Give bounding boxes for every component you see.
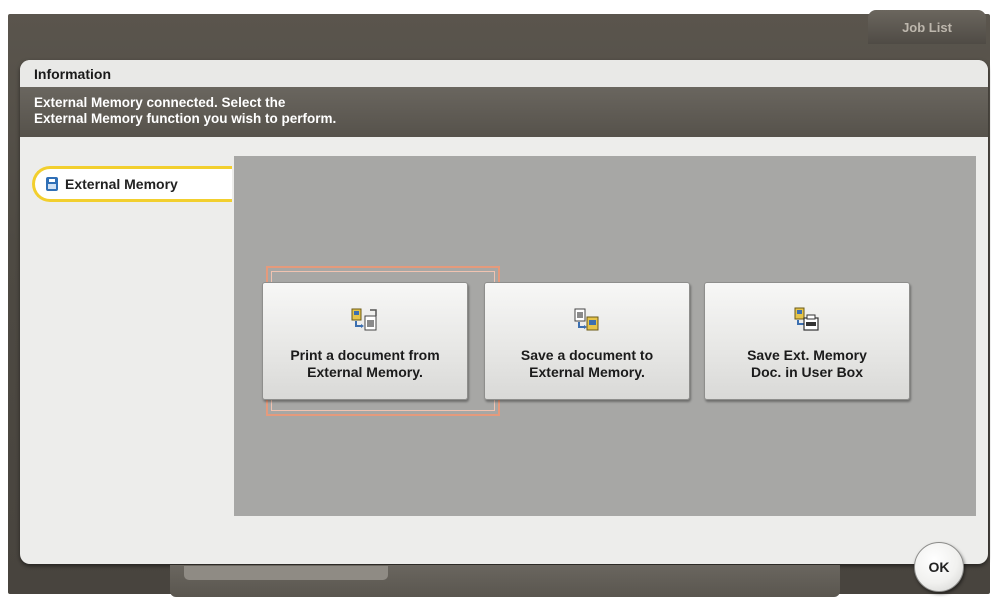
device-screen: Job List Information External Memory con… (0, 0, 991, 602)
print-from-memory-icon (351, 308, 377, 331)
print-from-external-memory-label: Print a document from External Memory. (290, 347, 440, 380)
save-to-external-memory-button[interactable]: Save a document to External Memory. (484, 282, 690, 400)
dialog-message-line1: External Memory connected. Select the (34, 95, 286, 110)
tab-external-memory-label: External Memory (65, 176, 178, 192)
ok-button[interactable]: OK (914, 542, 964, 592)
save-to-external-memory-label: Save a document to External Memory. (520, 347, 654, 380)
tab-external-memory[interactable]: External Memory (32, 166, 232, 202)
save-to-memory-icon (574, 308, 599, 331)
bottom-slot (184, 566, 388, 580)
save-to-user-box-button[interactable]: Save Ext. Memory Doc. in User Box (704, 282, 910, 400)
job-list-button[interactable]: Job List (868, 10, 986, 44)
usb-memory-icon (46, 177, 58, 191)
dialog-message: External Memory connected. Select the Ex… (20, 87, 988, 137)
print-from-external-memory-button[interactable]: Print a document from External Memory. (262, 282, 468, 400)
save-to-user-box-label: Save Ext. Memory Doc. in User Box (747, 347, 867, 380)
dialog-title: Information (20, 60, 988, 88)
dialog-message-line2: External Memory function you wish to per… (34, 111, 337, 126)
save-to-userbox-icon (794, 307, 819, 331)
